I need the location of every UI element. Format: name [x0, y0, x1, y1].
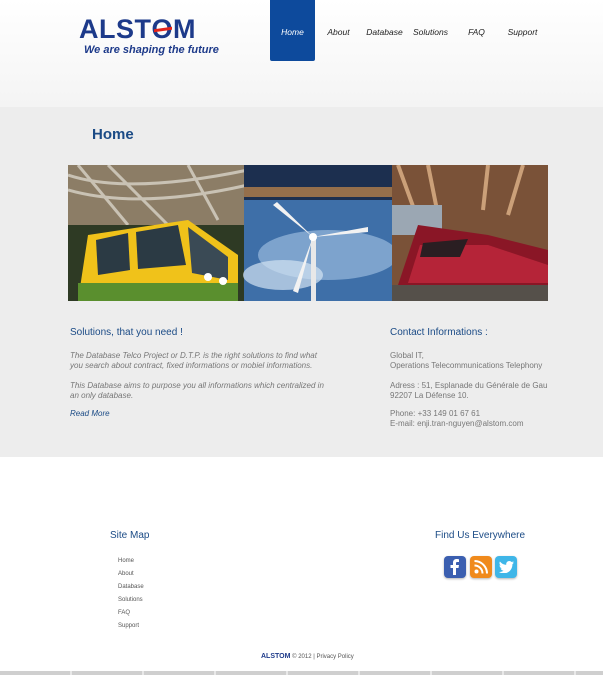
contact-phone: Phone: +33 149 01 67 61	[390, 409, 481, 418]
twitter-glyph	[498, 561, 514, 573]
bottom-strip	[0, 671, 603, 675]
intro-line-2: you search about contract, fixed informa…	[70, 361, 313, 370]
facebook-glyph	[450, 559, 459, 575]
sitemap-link-support[interactable]: Support	[118, 623, 139, 629]
social-heading: Find Us Everywhere	[435, 530, 526, 541]
nav-solutions[interactable]: Solutions	[408, 0, 453, 61]
nav-about[interactable]: About	[316, 0, 361, 61]
sitemap-heading: Site Map	[110, 530, 150, 541]
twitter-icon[interactable]	[495, 556, 517, 578]
footer-alstom-logo: ALSTOM	[261, 653, 291, 660]
contact-address-line-2: 92207 La Défense 10.	[390, 391, 469, 400]
page-title: Home	[92, 126, 134, 143]
logo-wordmark: ALSTOM	[79, 14, 197, 44]
banner-image	[68, 165, 548, 301]
sitemap-link-about[interactable]: About	[118, 571, 134, 577]
nav-database[interactable]: Database	[362, 0, 407, 61]
solutions-heading: Solutions, that you need !	[70, 327, 183, 338]
alstom-logo[interactable]: ALSTOM We are shaping the future	[79, 14, 219, 60]
banner-collage-graphic	[68, 165, 548, 301]
sitemap-link-home[interactable]: Home	[118, 558, 134, 564]
purpose-line-2: an only database.	[70, 391, 134, 400]
rss-icon[interactable]	[470, 556, 492, 578]
purpose-line-1: This Database aims to purpose you all in…	[70, 381, 324, 390]
copyright-text[interactable]: © 2012 | Privacy Policy	[292, 654, 354, 660]
contact-org-line-2: Operations Telecommunications Telephony	[390, 361, 543, 370]
contact-org-line-1: Global IT,	[390, 351, 424, 360]
footer-copyright: ALSTOM © 2012 | Privacy Policy	[261, 653, 354, 660]
sitemap-link-database[interactable]: Database	[118, 584, 144, 590]
contact-address-line-1: Adress : 51, Esplanade du Générale de Ga…	[390, 381, 548, 390]
nav-faq[interactable]: FAQ	[454, 0, 499, 61]
sitemap-link-faq[interactable]: FAQ	[118, 610, 130, 616]
facebook-icon[interactable]	[444, 556, 466, 578]
logo-tagline: We are shaping the future	[84, 44, 219, 56]
nav-home[interactable]: Home	[270, 0, 315, 61]
rss-glyph	[474, 560, 488, 574]
nav-support[interactable]: Support	[500, 0, 545, 61]
contact-heading: Contact Informations :	[390, 327, 488, 338]
sitemap-link-solutions[interactable]: Solutions	[118, 597, 143, 603]
read-more-link[interactable]: Read More	[70, 409, 110, 418]
intro-line-1: The Database Telco Project or D.T.P. is …	[70, 351, 317, 360]
site-header: ALSTOM We are shaping the future Home Ab…	[0, 0, 603, 107]
contact-email[interactable]: E-mail: enji.tran-nguyen@alstom.com	[390, 419, 524, 429]
